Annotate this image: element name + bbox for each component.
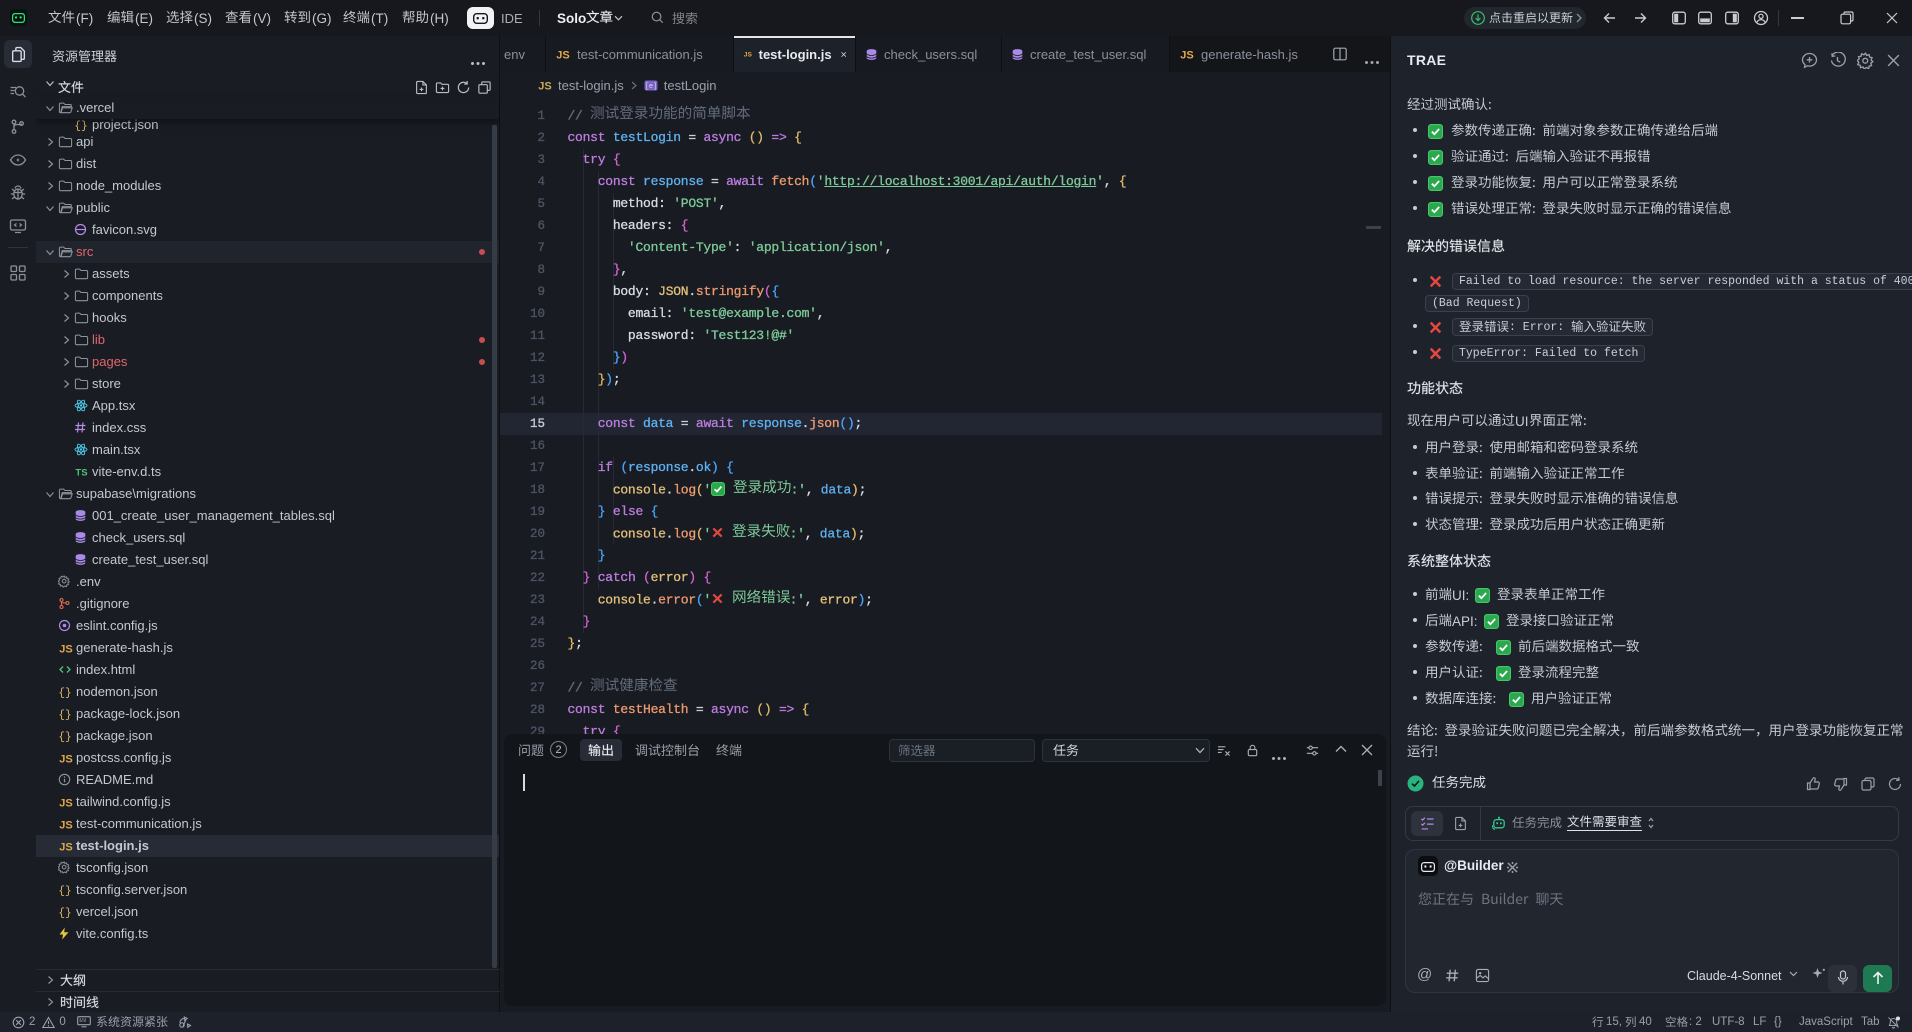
svg-text:{}: {} bbox=[58, 710, 71, 721]
svg-text:{}: {} bbox=[74, 121, 87, 132]
svg-text:JS: JS bbox=[1180, 50, 1193, 62]
svg-text:{}: {} bbox=[58, 688, 71, 699]
svg-text:{}: {} bbox=[58, 886, 71, 897]
svg-text:JS: JS bbox=[59, 754, 72, 766]
svg-text:{}: {} bbox=[58, 732, 71, 743]
svg-text:JS: JS bbox=[744, 52, 753, 59]
svg-text:TS: TS bbox=[75, 468, 87, 479]
svg-text:JS: JS bbox=[59, 644, 72, 656]
svg-text:[e]: [e] bbox=[644, 83, 657, 91]
svg-text:JS: JS bbox=[59, 820, 72, 832]
svg-text:JS: JS bbox=[556, 50, 569, 62]
svg-text:JS: JS bbox=[59, 842, 72, 854]
svg-text:JS: JS bbox=[538, 81, 551, 93]
svg-text:{}: {} bbox=[58, 908, 71, 919]
svg-text:JS: JS bbox=[59, 798, 72, 810]
